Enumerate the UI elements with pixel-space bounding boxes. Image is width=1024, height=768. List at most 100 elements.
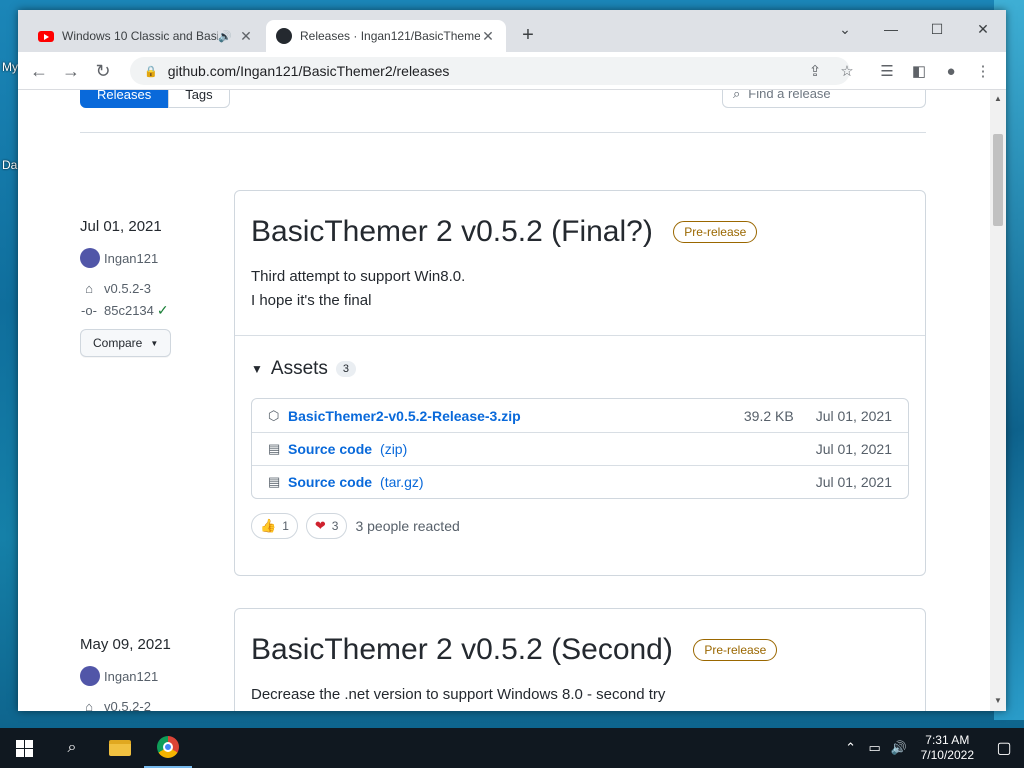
bookmark-star-icon[interactable]: ☆ xyxy=(834,58,860,84)
tag-link[interactable]: v0.5.2-3 xyxy=(104,281,151,296)
asset-row: ⬡ BasicThemer2-v0.5.2-Release-3.zip 39.2… xyxy=(252,399,908,432)
assets-toggle[interactable]: ▼ Assets 3 xyxy=(251,358,909,380)
clock[interactable]: 7:31 AM 7/10/2022 xyxy=(911,733,984,763)
menu-kebab-icon[interactable]: ⋮ xyxy=(970,58,996,84)
asset-format[interactable]: (tar.gz) xyxy=(380,474,424,490)
release-title[interactable]: BasicThemer 2 v0.5.2 (Final?) xyxy=(251,215,653,249)
lock-icon[interactable]: 🔒 xyxy=(144,65,158,78)
package-icon: ⬡ xyxy=(268,407,280,423)
author-link[interactable]: Ingan121 xyxy=(104,251,158,266)
tab-close-icon[interactable]: ✕ xyxy=(480,28,496,45)
tab-search-button[interactable]: ⌄ xyxy=(822,16,868,42)
tab-title: Releases · Ingan121/BasicThemer xyxy=(300,29,480,43)
avatar[interactable] xyxy=(80,248,100,268)
release-description: Decrease the .net version to support Win… xyxy=(251,683,909,711)
browser-toolbar: ← → ↻ 🔒 github.com/Ingan121/BasicThemer2… xyxy=(18,52,1006,90)
release-title[interactable]: BasicThemer 2 v0.5.2 (Second) xyxy=(251,633,673,667)
reload-button[interactable]: ↻ xyxy=(90,58,116,84)
commit-link[interactable]: 85c2134 xyxy=(104,303,154,318)
profile-avatar-icon[interactable]: ● xyxy=(938,58,964,84)
speaker-icon[interactable]: 🔊 xyxy=(218,30,234,43)
thumbs-up-reaction[interactable]: 👍 1 xyxy=(251,513,298,539)
asset-link[interactable]: Source code xyxy=(288,441,372,457)
prerelease-badge: Pre-release xyxy=(673,221,758,243)
releases-tab[interactable]: Releases xyxy=(80,90,169,108)
author-link[interactable]: Ingan121 xyxy=(104,669,158,684)
scroll-up-icon[interactable]: ▲ xyxy=(994,94,1002,103)
volume-icon[interactable]: 🔊 xyxy=(887,740,911,756)
find-release-input[interactable]: ⌕ Find a release xyxy=(722,90,926,108)
desktop-icon-label-my[interactable]: My xyxy=(2,60,18,74)
file-explorer-button[interactable] xyxy=(96,728,144,768)
asset-date: Jul 01, 2021 xyxy=(815,407,892,424)
minimize-button[interactable]: — xyxy=(868,16,914,42)
tab-strip: Windows 10 Classic and Basic 🔊 ✕ Release… xyxy=(18,10,1006,52)
chrome-icon xyxy=(157,736,179,758)
release-meta: Jul 01, 2021 Ingan121 ⌂ v0.5.2-3 -o- 85c21… xyxy=(80,218,172,357)
reaction-count: 3 xyxy=(331,519,339,533)
file-zip-icon: ▤ xyxy=(268,441,281,456)
search-button[interactable]: ⌕ xyxy=(48,728,96,768)
release-card: BasicThemer 2 v0.5.2 (Second) Pre-releas… xyxy=(234,608,926,711)
compare-button[interactable]: Compare ▼ xyxy=(80,329,172,357)
folder-icon xyxy=(109,740,131,756)
asset-row: ▤ Source code (zip) Jul 01, 2021 xyxy=(252,432,908,465)
tab-close-icon[interactable]: ✕ xyxy=(238,28,254,45)
url-text: github.com/Ingan121/BasicThemer2/release… xyxy=(167,63,450,79)
asset-link[interactable]: BasicThemer2-v0.5.2-Release-3.zip xyxy=(288,408,521,424)
asset-date: Jul 01, 2021 xyxy=(815,441,892,457)
desktop-icon-label-da[interactable]: Da xyxy=(2,158,17,172)
chevron-up-icon[interactable]: ⌃ xyxy=(839,740,863,756)
forward-button[interactable]: → xyxy=(58,58,84,84)
reactions-bar: 👍 1 ❤ 3 3 people reacted xyxy=(235,499,925,555)
tab-github-releases[interactable]: Releases · Ingan121/BasicThemer ✕ xyxy=(266,20,506,52)
reaction-count: 1 xyxy=(282,519,289,533)
divider xyxy=(80,132,926,133)
asset-format[interactable]: (zip) xyxy=(380,441,407,457)
tag-icon: ⌂ xyxy=(85,698,93,712)
tag-link[interactable]: v0.5.2-2 xyxy=(104,699,151,712)
heart-reaction[interactable]: ❤ 3 xyxy=(305,513,348,539)
verified-check-icon[interactable]: ✓ xyxy=(157,302,169,319)
tag-icon: ⌂ xyxy=(85,280,93,296)
reading-list-icon[interactable]: ☰ xyxy=(874,58,900,84)
find-release-placeholder: Find a release xyxy=(748,90,831,101)
release-card: BasicThemer 2 v0.5.2 (Final?) Pre-releas… xyxy=(234,190,926,576)
reacted-summary: 3 people reacted xyxy=(355,518,460,534)
tab-youtube[interactable]: Windows 10 Classic and Basic 🔊 ✕ xyxy=(28,20,264,52)
new-tab-button[interactable]: + xyxy=(516,24,540,47)
description-line: I hope it's the final xyxy=(251,292,372,309)
assets-label: Assets xyxy=(270,358,328,379)
chrome-taskbar-button[interactable] xyxy=(144,728,192,768)
scroll-down-icon[interactable]: ▼ xyxy=(994,696,1002,705)
assets-section: ▼ Assets 3 ⬡ BasicThemer2-v0.5.2-Release… xyxy=(235,336,925,499)
network-icon[interactable]: ▭ xyxy=(863,740,887,756)
close-window-button[interactable]: ✕ xyxy=(960,16,1006,42)
release-date: May 09, 2021 xyxy=(80,636,171,653)
description-line: Decrease the .net version to support Win… xyxy=(251,686,666,703)
release-description: Third attempt to support Win8.0. I hope … xyxy=(251,265,909,335)
asset-list: ⬡ BasicThemer2-v0.5.2-Release-3.zip 39.2… xyxy=(251,398,909,499)
share-icon[interactable]: ⇪ xyxy=(802,58,828,84)
back-button[interactable]: ← xyxy=(26,58,52,84)
youtube-icon xyxy=(38,28,54,44)
caret-down-icon: ▼ xyxy=(150,338,159,348)
asset-row: ▤ Source code (tar.gz) Jul 01, 2021 xyxy=(252,465,908,498)
compare-label: Compare xyxy=(93,336,143,350)
triangle-down-icon: ▼ xyxy=(251,362,263,376)
release-date: Jul 01, 2021 xyxy=(80,218,162,235)
start-button[interactable] xyxy=(0,728,48,768)
asset-link[interactable]: Source code xyxy=(288,474,372,490)
commit-icon: -o- xyxy=(81,302,97,318)
thumbs-up-icon: 👍 xyxy=(260,518,277,533)
address-bar[interactable]: 🔒 github.com/Ingan121/BasicThemer2/relea… xyxy=(130,57,850,85)
notification-icon[interactable]: ▢ xyxy=(984,738,1024,758)
maximize-button[interactable]: ☐ xyxy=(914,16,960,42)
tags-tab[interactable]: Tags xyxy=(168,90,230,108)
scroll-thumb[interactable] xyxy=(993,134,1003,226)
avatar[interactable] xyxy=(80,666,100,686)
clock-date: 7/10/2022 xyxy=(920,748,974,762)
page-scrollbar[interactable]: ▲ ▼ xyxy=(990,90,1006,711)
windows-logo-icon xyxy=(15,739,33,757)
side-panel-icon[interactable]: ◧ xyxy=(906,58,932,84)
